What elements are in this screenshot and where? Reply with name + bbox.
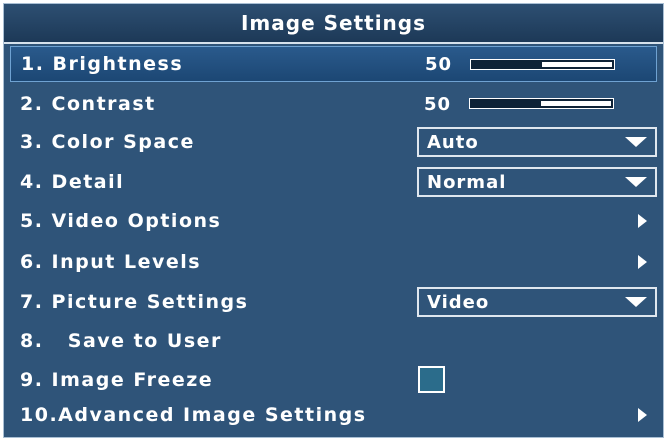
menu-item-detail[interactable]: 4. Detail Normal [10,164,657,200]
color-space-value: Auto [427,131,479,153]
chevron-down-icon [625,137,647,147]
menu-item-image-freeze[interactable]: 9. Image Freeze [10,362,657,398]
contrast-slider-fill [541,101,611,106]
color-space-label: 3. Color Space [20,131,195,153]
contrast-value: 50 [424,93,452,115]
chevron-right-icon [638,255,647,269]
detail-label: 4. Detail [20,171,125,193]
advanced-image-settings-label: 10.Advanced Image Settings [20,404,367,426]
menu-item-color-space[interactable]: 3. Color Space Auto [10,124,657,160]
menu-item-video-options[interactable]: 5. Video Options [10,203,657,239]
chevron-down-icon [625,297,647,307]
video-options-label: 5. Video Options [20,210,222,232]
menu-item-brightness[interactable]: 1. Brightness 50 [10,46,657,82]
chevron-right-icon [638,408,647,422]
menu-item-input-levels[interactable]: 6. Input Levels [10,244,657,280]
picture-settings-dropdown[interactable]: Video [417,287,657,317]
menu-item-picture-settings[interactable]: 7. Picture Settings Video [10,284,657,320]
brightness-slider-fill [542,62,612,67]
image-settings-menu: Image Settings 1. Brightness 50 2. Contr… [3,3,664,438]
menu-title: Image Settings [4,4,663,44]
picture-settings-label: 7. Picture Settings [20,291,249,313]
input-levels-label: 6. Input Levels [20,251,202,273]
picture-settings-value: Video [427,291,490,313]
brightness-slider[interactable] [470,59,615,70]
menu-item-advanced-image-settings[interactable]: 10.Advanced Image Settings [10,397,657,433]
menu-item-save-to-user[interactable]: 8. Save to User [10,323,657,359]
color-space-dropdown[interactable]: Auto [417,127,657,157]
brightness-value: 50 [425,53,453,75]
detail-dropdown[interactable]: Normal [417,167,657,197]
image-freeze-checkbox[interactable] [418,366,445,393]
menu-item-contrast[interactable]: 2. Contrast 50 [10,86,657,122]
image-freeze-label: 9. Image Freeze [20,369,214,391]
brightness-label: 1. Brightness [21,53,184,75]
contrast-label: 2. Contrast [20,93,156,115]
contrast-slider[interactable] [469,98,614,109]
chevron-right-icon [638,214,647,228]
save-to-user-label: 8. Save to User [20,330,222,352]
chevron-down-icon [625,177,647,187]
detail-value: Normal [427,171,507,193]
